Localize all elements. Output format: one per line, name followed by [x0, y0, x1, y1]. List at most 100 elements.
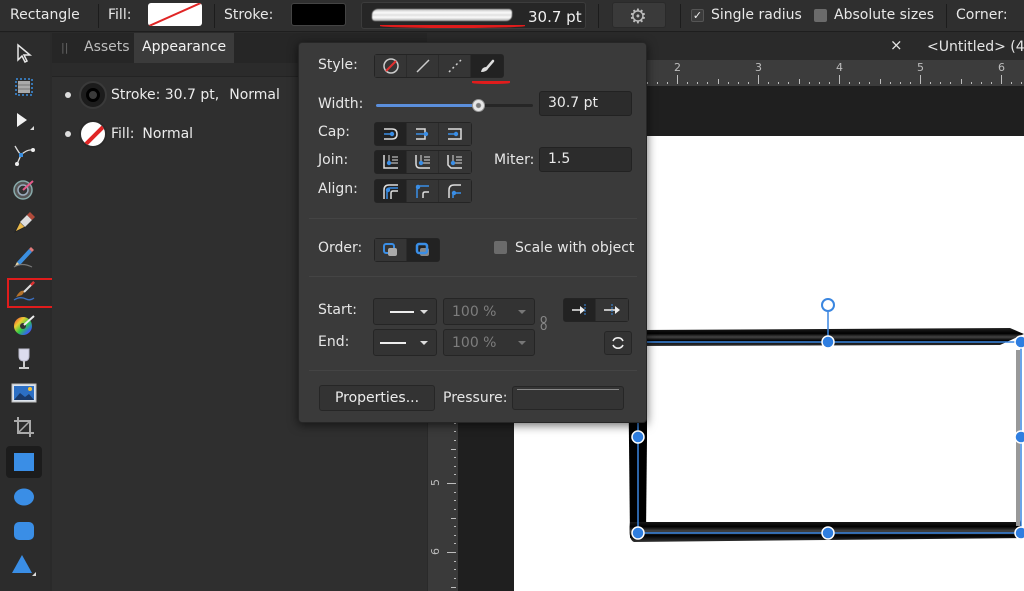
order-stroke-front-button[interactable]: [407, 239, 439, 261]
divider: [309, 218, 637, 219]
divider: [680, 4, 681, 28]
artboard-tool[interactable]: [6, 71, 42, 103]
chevron-down-icon: [420, 341, 428, 345]
ruler-label: 6: [429, 548, 442, 555]
ruler-tick: [454, 561, 456, 562]
end-arrowhead-dropdown[interactable]: [373, 329, 437, 356]
ruler-label: 6: [998, 61, 1005, 74]
rounded-rectangle-tool[interactable]: [6, 515, 42, 547]
contour-tool[interactable]: [6, 173, 42, 205]
stroke-swatch[interactable]: [291, 3, 346, 26]
ruler-tick: [849, 82, 850, 84]
chevron-down-icon: [518, 310, 526, 314]
settings-button[interactable]: ⚙: [612, 2, 666, 28]
selection-handle-left[interactable]: [631, 430, 645, 444]
width-input[interactable]: 30.7 pt: [539, 91, 632, 116]
ruler-tick: [1001, 75, 1002, 84]
start-scale-dropdown[interactable]: 100 %: [443, 298, 535, 325]
miter-input[interactable]: 1.5: [539, 147, 632, 172]
style-none-button[interactable]: [375, 55, 407, 77]
bullet-icon: [65, 92, 71, 98]
pen-tool[interactable]: [6, 207, 42, 239]
properties-button[interactable]: Properties...: [319, 385, 435, 411]
no-stroke-icon: [382, 58, 399, 74]
divider: [598, 4, 599, 28]
corner-label: Corner:: [956, 7, 1008, 23]
end-scale-dropdown[interactable]: 100 %: [443, 329, 535, 356]
align-inside-button[interactable]: [407, 180, 439, 202]
selection-handle-top[interactable]: [821, 335, 835, 349]
ruler-tick: [454, 466, 456, 467]
arrow-cursor-icon: [17, 43, 33, 63]
width-slider[interactable]: [376, 99, 533, 112]
selection-handle-bottom-left[interactable]: [631, 526, 645, 540]
align-outside-button[interactable]: [439, 180, 471, 202]
arrowhead-inside-button[interactable]: [564, 299, 596, 321]
ruler-tick: [454, 440, 456, 441]
slider-thumb[interactable]: [472, 99, 486, 112]
selection-handle-bottom[interactable]: [821, 526, 835, 540]
point-transform-tool[interactable]: [6, 139, 42, 171]
ruler-label: 5: [429, 479, 442, 486]
ruler-tick: [981, 82, 982, 84]
triangle-icon: [12, 555, 36, 576]
ruler-tick: [667, 82, 668, 84]
ruler-tick: [454, 509, 456, 510]
tab-assets[interactable]: Assets: [76, 33, 138, 63]
selection-handle-right[interactable]: [1014, 430, 1024, 444]
rectangle-tool[interactable]: [6, 446, 42, 478]
style-solid-button[interactable]: [407, 55, 439, 77]
appearance-stroke-row[interactable]: Stroke: 30.7 pt, Normal: [52, 80, 280, 110]
absolute-sizes-checkbox[interactable]: [814, 9, 827, 22]
appearance-fill-row[interactable]: Fill: Normal: [52, 119, 193, 149]
pencil-tool[interactable]: [6, 241, 42, 273]
move-tool[interactable]: [6, 37, 42, 69]
join-miter-button[interactable]: [375, 151, 407, 173]
absolute-sizes-label: Absolute sizes: [834, 7, 935, 23]
round-join-icon: [414, 155, 430, 169]
red-annotation-underline: [380, 24, 525, 28]
swap-arrowheads-button[interactable]: [604, 331, 632, 355]
rotation-handle[interactable]: [821, 298, 835, 312]
node-tool[interactable]: [6, 105, 42, 137]
inner-fill: [647, 346, 1017, 522]
style-texture-button[interactable]: [471, 55, 503, 77]
pressure-graph[interactable]: [512, 386, 624, 410]
ruler-tick: [454, 578, 456, 579]
scale-with-object-checkbox[interactable]: [494, 241, 507, 254]
ellipse-tool[interactable]: [6, 481, 42, 513]
selection-handle-top-right[interactable]: [1014, 335, 1024, 349]
ruler-tick: [880, 79, 881, 84]
cap-square-button[interactable]: [439, 123, 471, 145]
align-center-icon: [382, 184, 398, 199]
style-dashed-button[interactable]: [439, 55, 471, 77]
single-radius-checkbox[interactable]: ✓: [691, 9, 704, 22]
align-segmented-control: [374, 179, 472, 203]
arrowhead-outside-button[interactable]: [596, 299, 628, 321]
panel-grip-icon[interactable]: ||: [61, 41, 68, 54]
selected-rectangle[interactable]: [620, 290, 1024, 550]
link-icon[interactable]: oo: [540, 313, 547, 332]
cap-round-button[interactable]: [407, 123, 439, 145]
fill-swatch[interactable]: [148, 3, 202, 26]
start-arrowhead-dropdown[interactable]: [373, 298, 437, 325]
join-bevel-button[interactable]: [439, 151, 471, 173]
transparency-tool[interactable]: [6, 343, 42, 375]
close-icon[interactable]: ×: [890, 36, 903, 54]
fill-tool[interactable]: [6, 309, 42, 341]
order-stroke-behind-button[interactable]: [375, 239, 407, 261]
triangle-tool[interactable]: [6, 549, 42, 581]
place-image-tool[interactable]: [6, 377, 42, 409]
stroke-width-button[interactable]: 30.7 pt: [361, 2, 586, 29]
document-tab-title[interactable]: <Untitled> (48: [927, 39, 1024, 55]
align-label: Align:: [318, 181, 358, 197]
ellipse-icon: [14, 488, 34, 506]
vector-crop-tool[interactable]: [6, 411, 42, 443]
align-center-button[interactable]: [375, 180, 407, 202]
tab-appearance[interactable]: Appearance: [134, 33, 235, 63]
cap-butt-button[interactable]: [375, 123, 407, 145]
ruler-label: 5: [917, 61, 924, 74]
join-round-button[interactable]: [407, 151, 439, 173]
selection-handle-bottom-right[interactable]: [1014, 526, 1024, 540]
cap-segmented-control: [374, 122, 472, 146]
